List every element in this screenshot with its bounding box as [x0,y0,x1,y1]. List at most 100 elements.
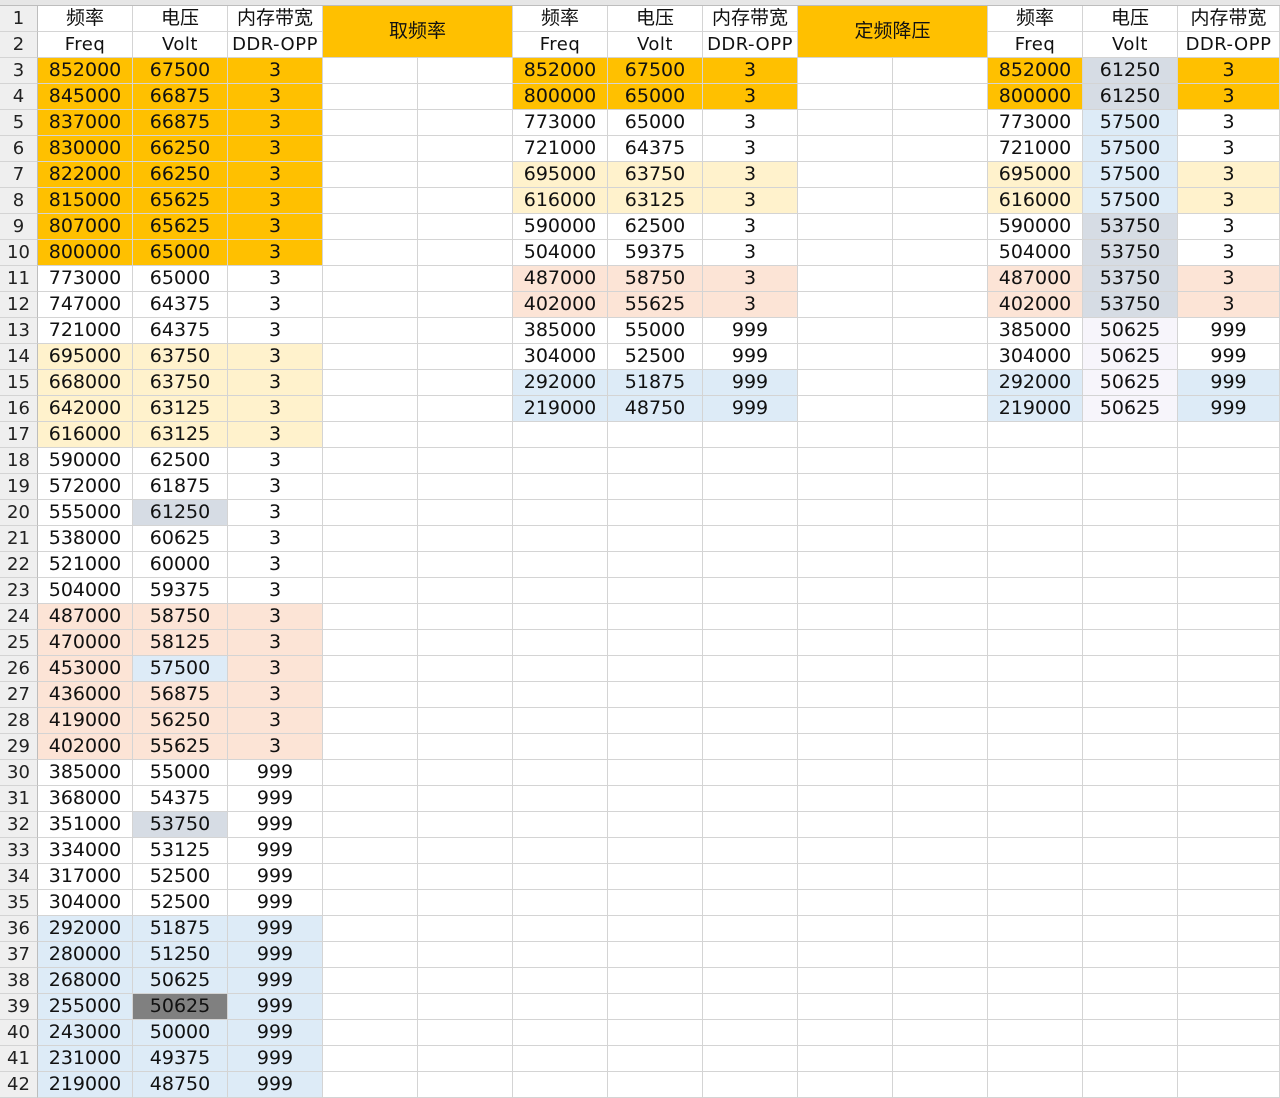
empty-cell[interactable] [418,396,513,422]
take-freq-cell[interactable]: 504000 [513,240,608,266]
fixed-volt-cell[interactable]: 50625 [1083,318,1178,344]
full-freq-cell[interactable]: 852000 [38,58,133,84]
empty-cell[interactable] [703,942,798,968]
empty-cell[interactable] [1083,864,1178,890]
row-header-7[interactable]: 7 [0,162,38,188]
empty-cell[interactable] [798,942,893,968]
empty-cell[interactable] [323,604,418,630]
take-freq-cell[interactable]: 385000 [513,318,608,344]
empty-cell[interactable] [893,864,988,890]
empty-cell[interactable] [418,344,513,370]
empty-cell[interactable] [798,682,893,708]
empty-cell[interactable] [703,812,798,838]
fixed-header-ddr-cn[interactable]: 内存带宽 [1178,6,1280,32]
empty-cell[interactable] [513,500,608,526]
empty-cell[interactable] [893,682,988,708]
fixed-freq-cell[interactable]: 304000 [988,344,1083,370]
empty-cell[interactable] [323,1046,418,1072]
empty-cell[interactable] [608,864,703,890]
fixed-header-volt-en[interactable]: Volt [1083,32,1178,58]
full-volt-cell[interactable]: 56250 [133,708,228,734]
empty-cell[interactable] [1083,1046,1178,1072]
empty-cell[interactable] [798,760,893,786]
full-volt-cell[interactable]: 61250 [133,500,228,526]
empty-cell[interactable] [988,448,1083,474]
take-ddr-cell[interactable]: 999 [703,370,798,396]
empty-cell[interactable] [798,994,893,1020]
empty-cell[interactable] [418,266,513,292]
full-volt-cell[interactable]: 49375 [133,1046,228,1072]
take-header-freq-cn[interactable]: 频率 [513,6,608,32]
fixed-ddr-cell[interactable]: 3 [1178,240,1280,266]
empty-cell[interactable] [988,812,1083,838]
empty-cell[interactable] [418,1072,513,1098]
empty-cell[interactable] [703,708,798,734]
fixed-volt-cell[interactable]: 53750 [1083,292,1178,318]
take-header-freq-en[interactable]: Freq [513,32,608,58]
full-volt-cell[interactable]: 65000 [133,266,228,292]
full-freq-cell[interactable]: 368000 [38,786,133,812]
empty-cell[interactable] [608,734,703,760]
empty-cell[interactable] [608,630,703,656]
empty-cell[interactable] [1178,500,1280,526]
row-header-31[interactable]: 31 [0,786,38,812]
full-volt-cell[interactable]: 60000 [133,552,228,578]
empty-cell[interactable] [513,552,608,578]
take-freq-cell[interactable]: 721000 [513,136,608,162]
empty-cell[interactable] [418,916,513,942]
fixed-freq-cell[interactable]: 852000 [988,58,1083,84]
full-volt-cell[interactable]: 56875 [133,682,228,708]
fixed-ddr-cell[interactable]: 3 [1178,292,1280,318]
fixed-freq-cell[interactable]: 219000 [988,396,1083,422]
row-header-10[interactable]: 10 [0,240,38,266]
full-ddr-cell[interactable]: 999 [228,890,323,916]
empty-cell[interactable] [798,578,893,604]
empty-cell[interactable] [988,656,1083,682]
take-ddr-cell[interactable]: 3 [703,162,798,188]
empty-cell[interactable] [323,136,418,162]
empty-cell[interactable] [798,266,893,292]
empty-cell[interactable] [1178,838,1280,864]
empty-cell[interactable] [893,84,988,110]
empty-cell[interactable] [323,318,418,344]
full-ddr-cell[interactable]: 3 [228,734,323,760]
empty-cell[interactable] [893,786,988,812]
full-ddr-cell[interactable]: 3 [228,162,323,188]
empty-cell[interactable] [703,448,798,474]
fixed-volt-cell[interactable]: 57500 [1083,188,1178,214]
row-header-37[interactable]: 37 [0,942,38,968]
empty-cell[interactable] [703,604,798,630]
fixed-freq-cell[interactable]: 402000 [988,292,1083,318]
full-volt-cell[interactable]: 60625 [133,526,228,552]
full-freq-cell[interactable]: 822000 [38,162,133,188]
row-header-42[interactable]: 42 [0,1072,38,1098]
take-volt-cell[interactable]: 55625 [608,292,703,318]
empty-cell[interactable] [513,474,608,500]
full-freq-cell[interactable]: 538000 [38,526,133,552]
empty-cell[interactable] [703,656,798,682]
empty-cell[interactable] [703,630,798,656]
take-freq-cell[interactable]: 616000 [513,188,608,214]
empty-cell[interactable] [323,84,418,110]
empty-cell[interactable] [703,994,798,1020]
full-freq-cell[interactable]: 304000 [38,890,133,916]
empty-cell[interactable] [1083,890,1178,916]
empty-cell[interactable] [323,812,418,838]
empty-cell[interactable] [418,318,513,344]
full-volt-cell[interactable]: 55000 [133,760,228,786]
empty-cell[interactable] [323,422,418,448]
empty-cell[interactable] [1083,916,1178,942]
full-freq-cell[interactable]: 815000 [38,188,133,214]
fixed-freq-cell[interactable]: 487000 [988,266,1083,292]
empty-cell[interactable] [798,604,893,630]
empty-cell[interactable] [323,734,418,760]
empty-cell[interactable] [893,526,988,552]
full-freq-cell[interactable]: 317000 [38,864,133,890]
empty-cell[interactable] [988,760,1083,786]
take-volt-cell[interactable]: 48750 [608,396,703,422]
row-header-20[interactable]: 20 [0,500,38,526]
empty-cell[interactable] [513,812,608,838]
empty-cell[interactable] [798,84,893,110]
full-ddr-cell[interactable]: 999 [228,916,323,942]
empty-cell[interactable] [513,916,608,942]
